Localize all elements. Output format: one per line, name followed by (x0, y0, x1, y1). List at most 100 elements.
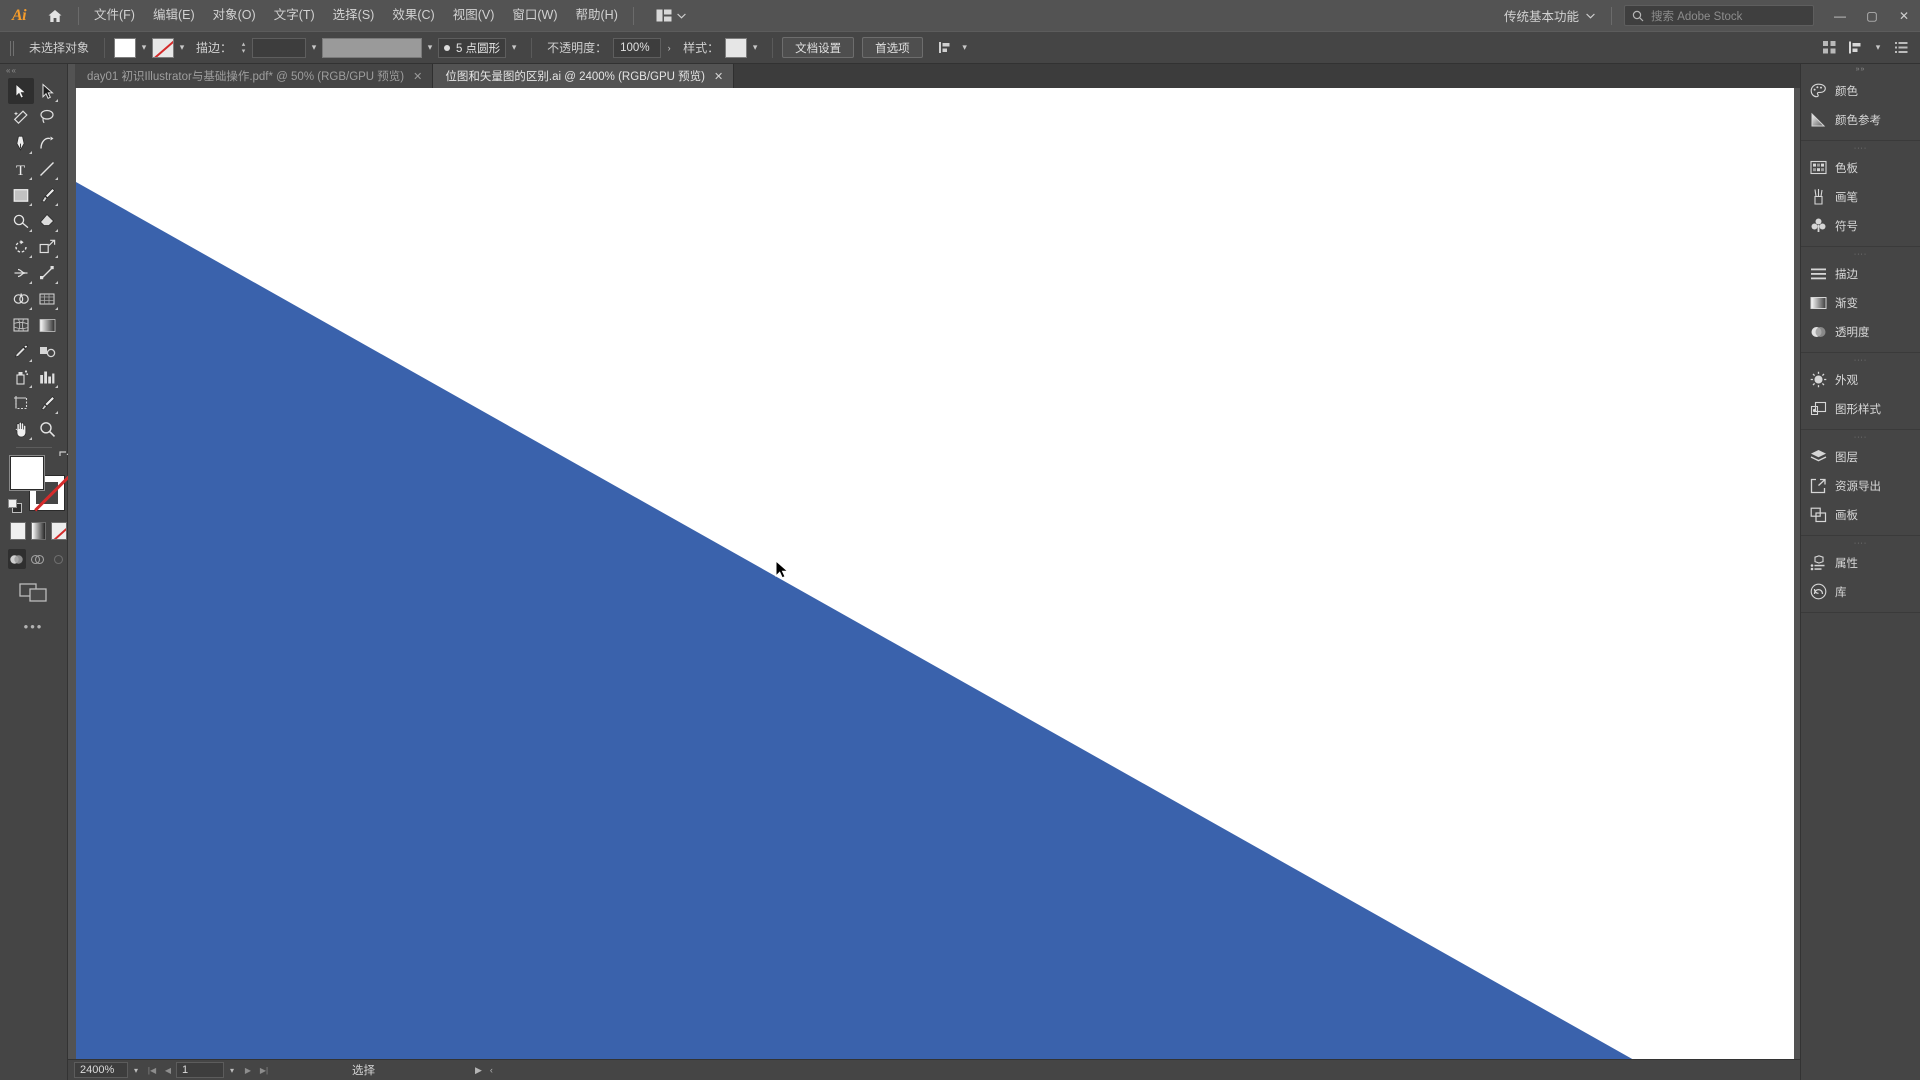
width-tool[interactable] (8, 260, 34, 286)
document-tab-2[interactable]: 位图和矢量图的区别.ai @ 2400% (RGB/GPU 预览) ✕ (433, 64, 735, 88)
brush-definition-field[interactable]: 5 点圆形 (438, 37, 507, 58)
menu-object[interactable]: 对象(O) (204, 0, 265, 31)
stroke-profile-dropdown-icon[interactable]: ▾ (422, 38, 438, 58)
panel-artboards[interactable]: 画板 (1801, 500, 1920, 529)
zoom-level-dropdown-icon[interactable]: ▾ (128, 1062, 144, 1078)
menu-select[interactable]: 选择(S) (324, 0, 384, 31)
stroke-weight-stepper[interactable]: ▴ ▾ (238, 38, 249, 58)
tools-panel-grip[interactable]: «« (0, 64, 67, 76)
default-fill-stroke-icon[interactable] (8, 499, 23, 514)
panel-properties[interactable]: 属性 (1801, 548, 1920, 577)
perspective-grid-tool[interactable] (34, 286, 60, 312)
eyedropper-tool[interactable] (8, 338, 34, 364)
lasso-tool[interactable] (34, 104, 60, 130)
panel-asset-export[interactable]: 资源导出 (1801, 471, 1920, 500)
stroke-weight-dropdown-icon[interactable]: ▾ (306, 38, 322, 58)
panel-color-guide[interactable]: 颜色参考 (1801, 105, 1920, 134)
shaper-tool[interactable] (8, 208, 34, 234)
panel-stroke[interactable]: 描边 (1801, 259, 1920, 288)
panel-group-2-grip[interactable]: ···· (1801, 143, 1920, 153)
panel-group-5-grip[interactable]: ···· (1801, 432, 1920, 442)
artboard[interactable] (76, 88, 1794, 1060)
first-artboard-button[interactable]: |◀ (144, 1062, 160, 1078)
stroke-weight-field[interactable] (252, 37, 307, 58)
color-mode-solid[interactable] (10, 522, 26, 540)
previous-artboard-button[interactable]: ◀ (160, 1062, 176, 1078)
panel-dock-collapse-icon[interactable]: »» (1801, 64, 1920, 74)
opacity-options-icon[interactable]: › (661, 38, 677, 58)
panel-swatches[interactable]: 色板 (1801, 153, 1920, 182)
panel-brushes[interactable]: 画笔 (1801, 182, 1920, 211)
graphic-style-dropdown-icon[interactable]: ▾ (747, 38, 763, 58)
fill-color-dropdown-icon[interactable]: ▾ (136, 38, 152, 58)
menu-effect[interactable]: 效果(C) (383, 0, 443, 31)
next-artboard-button[interactable]: ▶ (240, 1062, 256, 1078)
mesh-tool[interactable] (8, 312, 34, 338)
panel-appearance[interactable]: 外观 (1801, 365, 1920, 394)
scale-tool[interactable] (34, 234, 60, 260)
free-transform-tool[interactable] (34, 260, 60, 286)
align-chevron-down-icon[interactable]: ▾ (1870, 38, 1886, 58)
hand-tool[interactable] (8, 416, 34, 442)
opacity-field[interactable]: 100% (613, 37, 662, 58)
preferences-button[interactable]: 首选项 (862, 37, 923, 58)
document-setup-button[interactable]: 文档设置 (782, 37, 855, 58)
arrange-documents-button[interactable] (648, 5, 694, 27)
column-graph-tool[interactable] (34, 364, 60, 390)
change-screen-mode-button[interactable] (0, 581, 67, 603)
control-bar-grip[interactable] (8, 38, 17, 58)
panel-gradient[interactable]: 渐变 (1801, 288, 1920, 317)
rotate-tool[interactable] (8, 234, 34, 260)
color-mode-none[interactable] (51, 522, 68, 540)
menu-file[interactable]: 文件(F) (85, 0, 144, 31)
align-options-chevron-icon[interactable]: ▾ (957, 38, 973, 58)
symbol-sprayer-tool[interactable] (8, 364, 34, 390)
zoom-level-field[interactable]: 2400% (74, 1062, 128, 1078)
pen-tool[interactable] (8, 130, 34, 156)
panel-layers[interactable]: 图层 (1801, 442, 1920, 471)
stroke-profile-field[interactable] (322, 37, 423, 58)
menu-type[interactable]: 文字(T) (265, 0, 324, 31)
minimize-button[interactable]: — (1824, 0, 1856, 31)
document-tab-1[interactable]: day01 初识Illustrator与基础操作.pdf* @ 50% (RGB… (75, 64, 434, 88)
selection-tool[interactable] (8, 78, 34, 104)
document-tab-2-close-icon[interactable]: ✕ (714, 70, 723, 83)
menu-help[interactable]: 帮助(H) (567, 0, 627, 31)
status-play-icon[interactable]: ▶ (475, 1065, 482, 1076)
menu-edit[interactable]: 编辑(E) (144, 0, 204, 31)
eraser-tool[interactable] (34, 208, 60, 234)
menu-window[interactable]: 窗口(W) (503, 0, 566, 31)
shape-builder-tool[interactable] (8, 286, 34, 312)
canvas-area[interactable] (68, 88, 1800, 1067)
align-dropdown-icon[interactable] (935, 37, 957, 59)
screen-mode-full-menu[interactable] (29, 549, 47, 569)
panel-group-3-grip[interactable]: ···· (1801, 249, 1920, 259)
screen-mode-normal[interactable] (8, 549, 26, 569)
toolbar-more-tools[interactable]: ••• (0, 619, 67, 634)
panel-group-6-grip[interactable]: ···· (1801, 538, 1920, 548)
menu-view[interactable]: 视图(V) (444, 0, 504, 31)
blend-tool[interactable] (34, 338, 60, 364)
type-tool[interactable]: T (8, 156, 34, 182)
gradient-tool[interactable] (34, 312, 60, 338)
slice-tool[interactable] (34, 390, 60, 416)
zoom-tool[interactable] (34, 416, 60, 442)
artboard-tool[interactable] (8, 390, 34, 416)
artboard-number-dropdown-icon[interactable]: ▾ (224, 1062, 240, 1078)
home-icon[interactable] (38, 0, 72, 31)
stroke-color-dropdown-icon[interactable]: ▾ (174, 38, 190, 58)
stock-search-input[interactable]: 搜索 Adobe Stock (1624, 5, 1814, 26)
panel-group-4-grip[interactable]: ···· (1801, 355, 1920, 365)
line-segment-tool[interactable] (34, 156, 60, 182)
panel-graphic-styles[interactable]: 图形样式 (1801, 394, 1920, 423)
grid-icon[interactable] (1818, 37, 1840, 59)
align-icon[interactable] (1844, 37, 1866, 59)
status-options-icon[interactable]: ‹ (490, 1065, 493, 1075)
artboard-number-field[interactable]: 1 (176, 1062, 224, 1078)
options-menu-icon[interactable] (1890, 37, 1912, 59)
direct-selection-tool[interactable] (34, 78, 60, 104)
maximize-button[interactable]: ▢ (1856, 0, 1888, 31)
close-button[interactable]: ✕ (1888, 0, 1920, 31)
panel-symbols[interactable]: 符号 (1801, 211, 1920, 240)
fill-color-swatch[interactable] (114, 37, 137, 58)
